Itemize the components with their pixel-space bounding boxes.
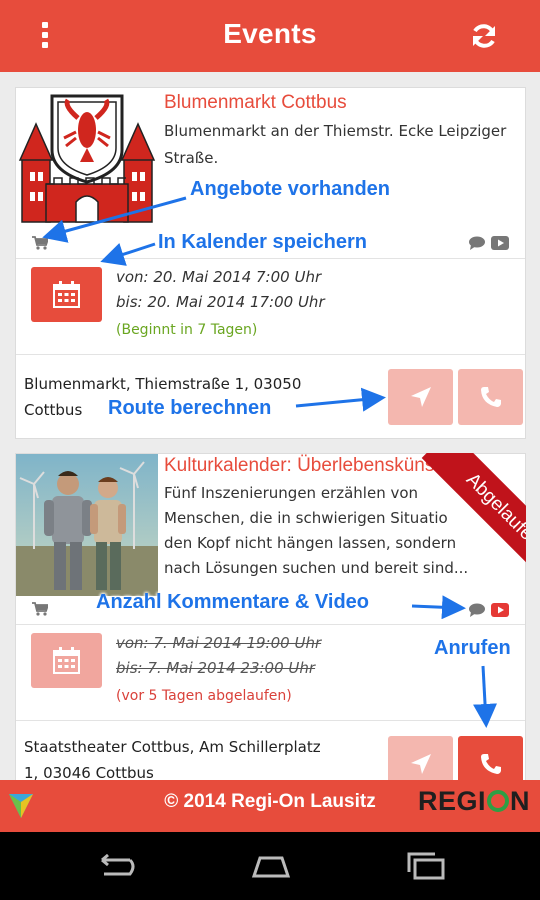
annotation-route: Route berechnen	[108, 397, 272, 419]
event-image-coat-of-arms	[16, 88, 158, 230]
shopping-cart-icon	[32, 602, 48, 616]
brand-text: N	[510, 786, 530, 816]
navigation-icon	[411, 754, 431, 774]
system-nav-bar	[0, 832, 540, 900]
calendar-icon	[53, 647, 80, 674]
navigation-icon	[411, 387, 431, 407]
address-line: Blumenmarkt, Thiemstraße 1, 03050	[24, 375, 302, 393]
divider	[16, 354, 525, 355]
brand-o-icon	[487, 790, 509, 812]
annotation-comments-video: Anzahl Kommentare & Video	[96, 591, 370, 613]
shopping-cart-icon	[32, 236, 48, 250]
event-description: Blumenmarkt an der Thiemstr. Ecke Leipzi…	[164, 122, 507, 167]
event-status: (Beginnt in 7 Tagen)	[116, 322, 258, 338]
event-end: bis: 20. Mai 2014 17:00 Uhr	[116, 293, 325, 311]
expired-ribbon: Abgelaufen	[396, 453, 526, 583]
app-bar: Events	[0, 0, 540, 72]
comment-icon[interactable]	[468, 603, 486, 617]
expired-ribbon-label: Abgelaufen	[421, 453, 526, 583]
back-icon[interactable]	[90, 854, 136, 878]
route-button[interactable]	[388, 736, 453, 780]
event-title[interactable]: Blumenmarkt Cottbus	[164, 92, 347, 114]
add-to-calendar-button[interactable]	[31, 267, 102, 322]
event-start: von: 20. Mai 2014 7:00 Uhr	[116, 268, 322, 286]
video-icon[interactable]	[491, 603, 509, 617]
event-address: Staatstheater Cottbus, Am Schillerplatz …	[24, 734, 344, 780]
call-button[interactable]	[458, 736, 523, 780]
calendar-icon	[53, 281, 80, 308]
brand-text: REGI	[417, 786, 486, 816]
brand-logo: REGI N	[418, 786, 530, 817]
refresh-icon[interactable]	[468, 20, 500, 52]
add-to-calendar-button[interactable]	[31, 633, 102, 688]
phone-icon	[481, 387, 501, 407]
event-start: von: 7. Mai 2014 19:00 Uhr	[116, 634, 322, 652]
home-icon[interactable]	[246, 856, 296, 878]
call-button[interactable]	[458, 369, 523, 425]
event-image-theater	[16, 454, 158, 596]
recents-icon[interactable]	[405, 852, 449, 880]
annotation-calendar: In Kalender speichern	[158, 231, 367, 253]
route-button[interactable]	[388, 369, 453, 425]
divider	[16, 720, 525, 721]
address-line: Staatstheater Cottbus, Am Schillerplatz	[24, 738, 321, 756]
page-title: Events	[223, 18, 317, 49]
phone-icon	[481, 754, 501, 774]
event-card[interactable]: Kulturkalender: Überlebenskünst Fünf Ins…	[15, 453, 526, 780]
event-status: (vor 5 Tagen abgelaufen)	[116, 688, 292, 704]
comment-icon[interactable]	[468, 236, 486, 250]
video-icon[interactable]	[491, 236, 509, 250]
annotation-call: Anrufen	[434, 637, 511, 659]
event-end: bis: 7. Mai 2014 23:00 Uhr	[116, 659, 316, 677]
address-line: 1, 03046 Cottbus	[24, 764, 154, 780]
footer: © 2014 Regi-On Lausitz REGI N	[0, 780, 540, 832]
event-card[interactable]: Blumenmarkt Cottbus Blumenmarkt an der T…	[15, 87, 526, 439]
divider	[16, 624, 525, 625]
annotation-offers: Angebote vorhanden	[190, 178, 391, 200]
divider	[16, 258, 525, 259]
